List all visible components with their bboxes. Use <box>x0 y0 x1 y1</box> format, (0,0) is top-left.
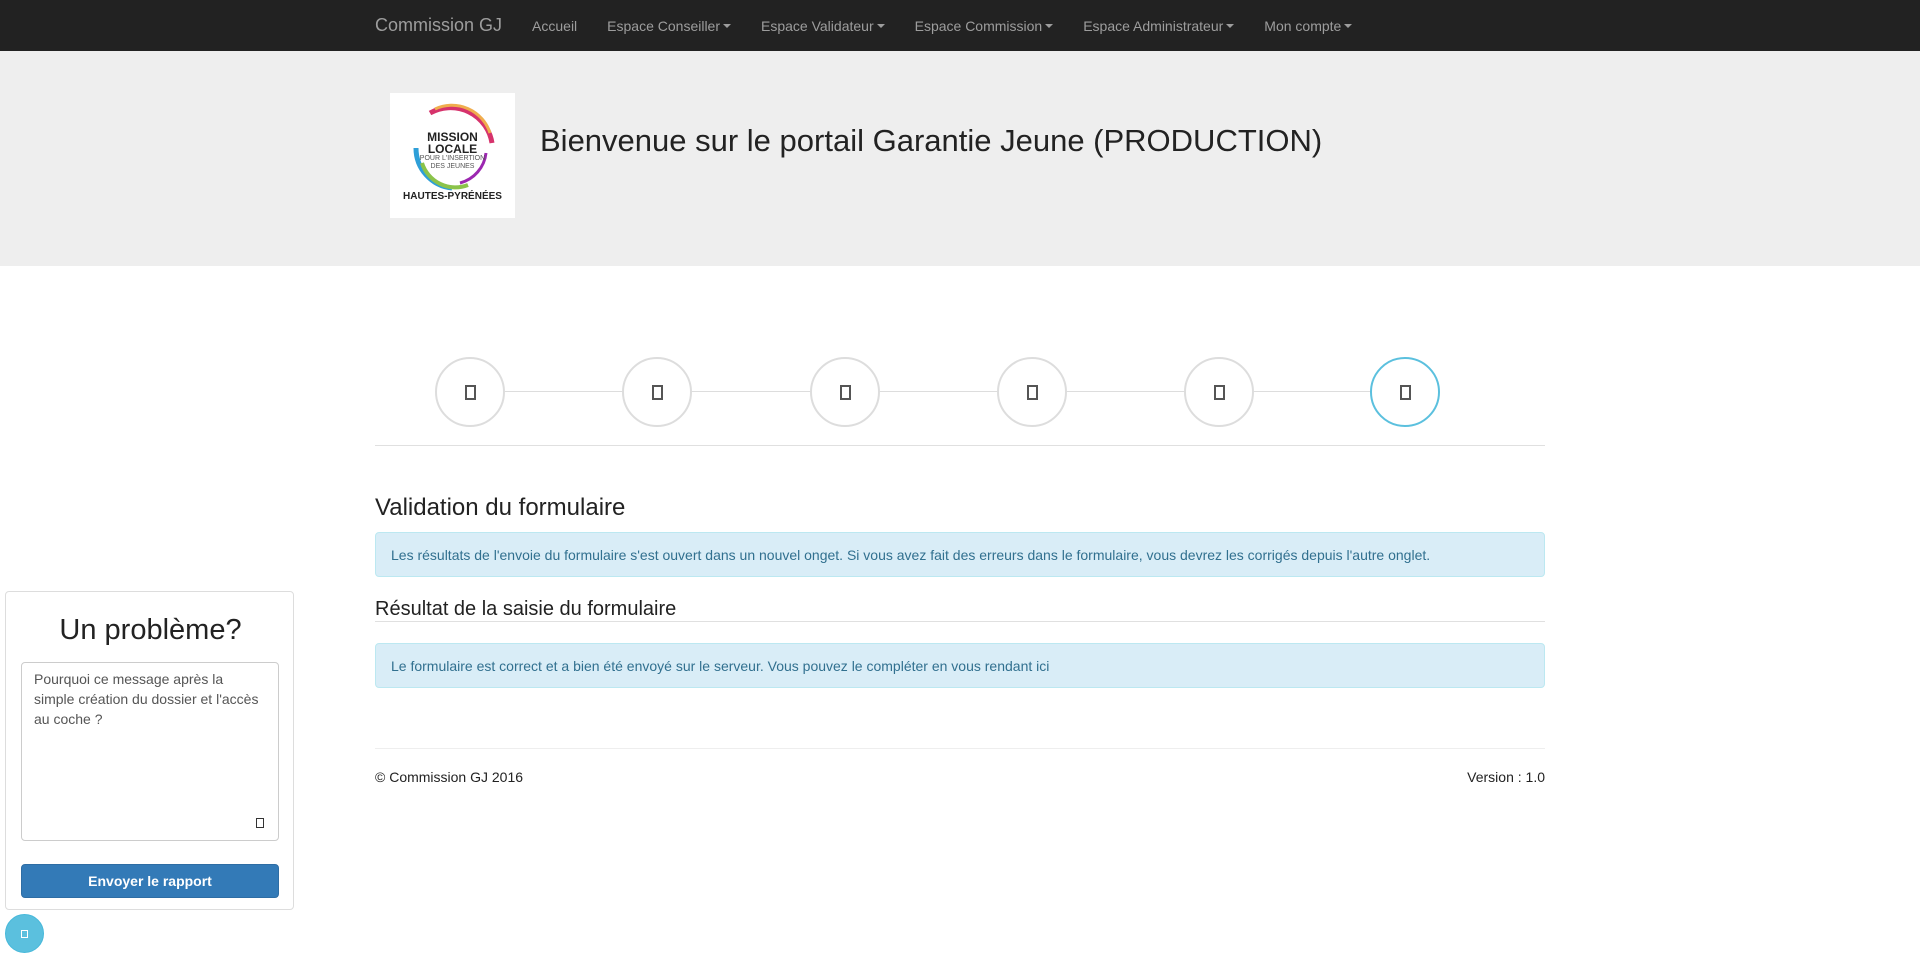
feedback-message-text: Pourquoi ce message après la simple créa… <box>34 671 259 727</box>
navbar-menu: Commission GJ Accueil Espace Conseiller … <box>375 0 1382 51</box>
step-icon <box>839 384 851 400</box>
step-connector <box>1065 391 1187 392</box>
step-connector <box>1252 391 1374 392</box>
wizard-step-1[interactable] <box>435 357 505 427</box>
logo-region: HAUTES-PYRÉNÉES <box>403 191 502 202</box>
divider <box>375 621 1545 622</box>
step-connector <box>878 391 1000 392</box>
wizard-step-4[interactable] <box>997 357 1067 427</box>
nav-item-accueil[interactable]: Accueil <box>532 18 577 34</box>
caret-down-icon <box>876 23 885 28</box>
step-icon <box>1399 384 1411 400</box>
feedback-panel: Un problème? Pourquoi ce message après l… <box>5 591 294 910</box>
feedback-title: Un problème? <box>59 614 242 646</box>
nav-item-espace-commission[interactable]: Espace Commission <box>915 18 1054 34</box>
step-icon <box>1213 384 1225 400</box>
feedback-icon <box>21 929 28 938</box>
header-jumbotron: MISSION LOCALE POUR L'INSERTION DES JEUN… <box>0 51 1920 266</box>
navbar-brand[interactable]: Commission GJ <box>375 15 502 36</box>
nav-item-label: Mon compte <box>1264 17 1342 34</box>
nav-item-espace-validateur[interactable]: Espace Validateur <box>761 18 885 34</box>
feedback-toggle-button[interactable] <box>5 914 44 953</box>
step-connector <box>690 391 812 392</box>
resize-handle-icon[interactable] <box>256 818 264 828</box>
caret-down-icon <box>1045 23 1054 28</box>
welcome-heading: Bienvenue sur le portail Garantie Jeune … <box>540 123 1323 158</box>
logo-sub-line2: DES JEUNES <box>430 163 475 170</box>
wizard-step-2[interactable] <box>622 357 692 427</box>
nav-item-mon-compte[interactable]: Mon compte <box>1264 17 1353 34</box>
nav-item-label: Espace Validateur <box>761 17 874 34</box>
result-heading: Résultat de la saisie du formulaire <box>375 598 677 620</box>
validation-heading: Validation du formulaire <box>375 494 626 521</box>
alert-text: Les résultats de l'envoie du formulaire … <box>391 546 1431 563</box>
footer-version: Version : 1.0 <box>1467 769 1545 785</box>
step-icon <box>1026 384 1038 400</box>
divider <box>375 445 1545 446</box>
top-navbar: Commission GJ Accueil Espace Conseiller … <box>0 0 1920 52</box>
logo-title: MISSION LOCALE <box>390 131 515 155</box>
send-report-button[interactable]: Envoyer le rapport <box>21 864 279 898</box>
logo-sub-line1: POUR L'INSERTION <box>419 155 486 162</box>
nav-item-label: Espace Administrateur <box>1083 17 1224 34</box>
footer-divider <box>375 748 1545 749</box>
footer-copyright: © Commission GJ 2016 <box>375 769 524 785</box>
feedback-message-textarea[interactable]: Pourquoi ce message après la simple créa… <box>21 662 279 841</box>
alert-text: Le formulaire est correct et a bien été … <box>391 657 1050 674</box>
mission-locale-logo: MISSION LOCALE POUR L'INSERTION DES JEUN… <box>390 93 515 218</box>
nav-item-label: Espace Commission <box>914 17 1043 34</box>
logo-subtitle: POUR L'INSERTION DES JEUNES <box>390 155 515 171</box>
step-icon <box>651 384 663 400</box>
nav-item-espace-administrateur[interactable]: Espace Administrateur <box>1083 17 1235 34</box>
step-icon <box>464 384 476 400</box>
nav-item-espace-conseiller[interactable]: Espace Conseiller <box>607 17 732 34</box>
wizard-step-3[interactable] <box>810 357 880 427</box>
step-connector <box>503 391 625 392</box>
nav-item-label: Espace Conseiller <box>607 17 721 34</box>
caret-down-icon <box>1344 23 1353 28</box>
nav-item-label: Accueil <box>532 17 578 34</box>
caret-down-icon <box>1226 23 1235 28</box>
validation-info-alert: Les résultats de l'envoie du formulaire … <box>375 532 1545 577</box>
result-info-alert: Le formulaire est correct et a bien été … <box>375 643 1545 688</box>
wizard-step-5[interactable] <box>1184 357 1254 427</box>
wizard-step-6-active[interactable] <box>1370 357 1440 427</box>
caret-down-icon <box>723 23 732 28</box>
logo-title-line2: LOCALE <box>427 142 478 156</box>
